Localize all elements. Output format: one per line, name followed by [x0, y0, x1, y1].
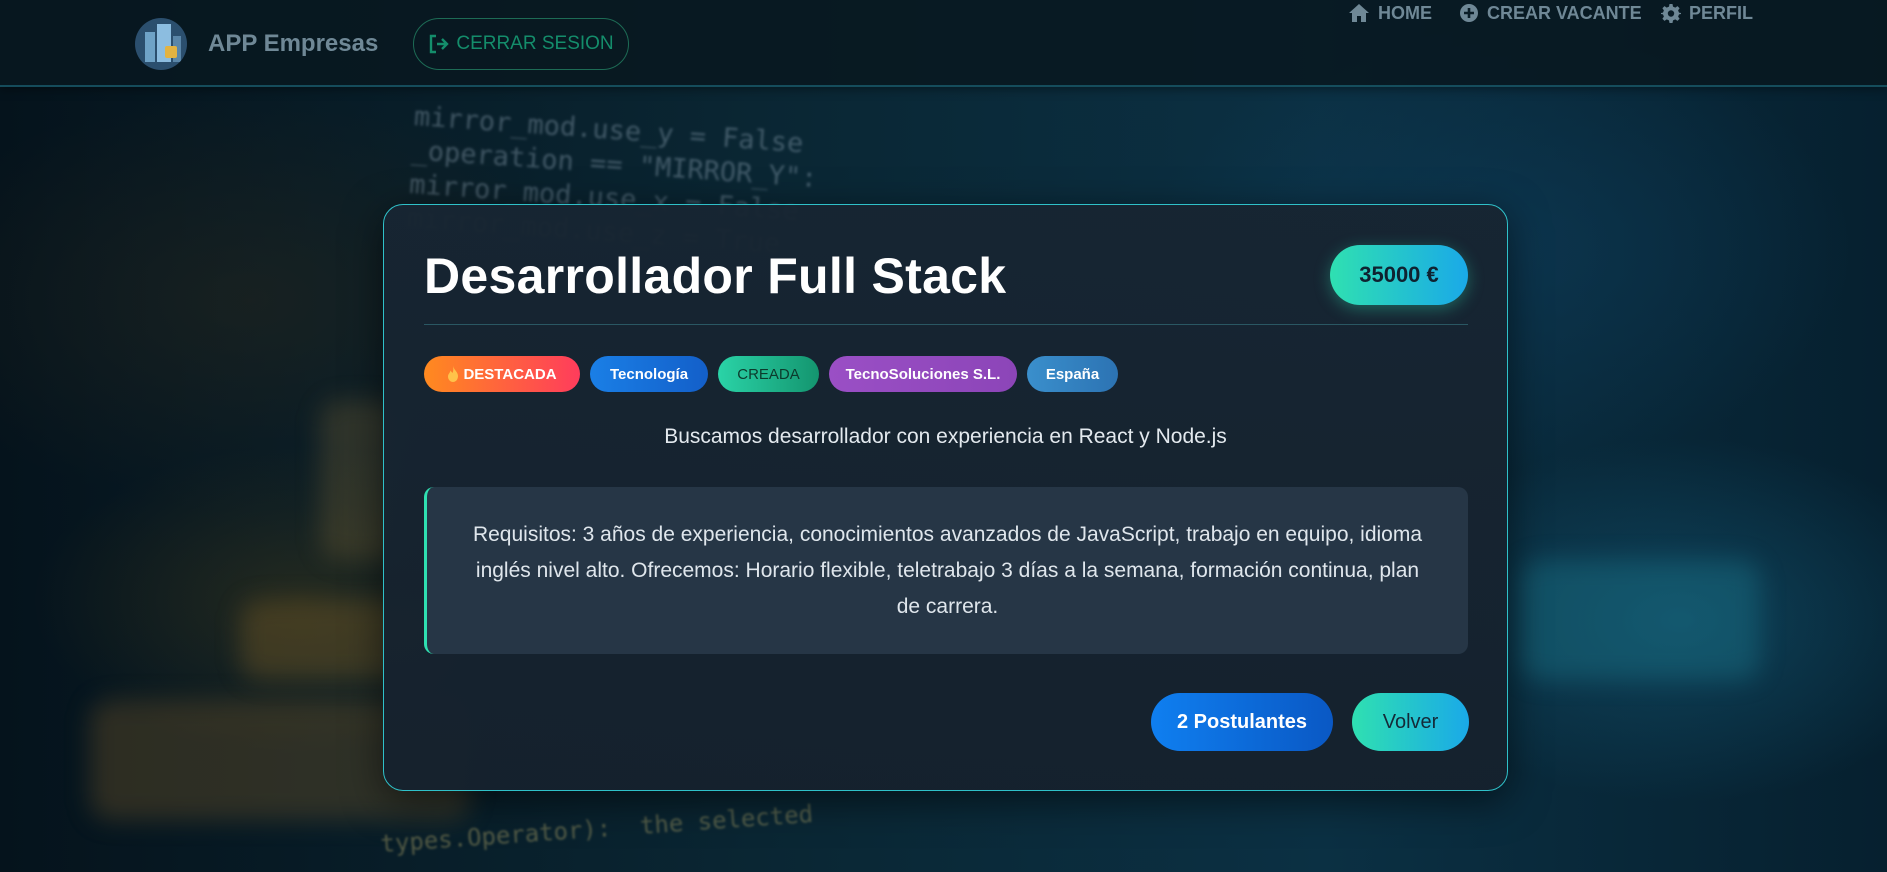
country-badge: España	[1027, 356, 1118, 392]
plus-circle-icon	[1460, 4, 1478, 22]
requirements-text: Requisitos: 3 años de experiencia, conoc…	[472, 523, 1423, 618]
navbar: APP Empresas CERRAR SESION HOME CREAR VA…	[0, 0, 1887, 87]
category-badge: Tecnología	[590, 356, 708, 392]
fire-icon	[448, 366, 459, 382]
company-logo[interactable]	[135, 18, 187, 70]
featured-badge: DESTACADA	[424, 356, 580, 392]
home-icon	[1349, 4, 1369, 22]
applicants-button[interactable]: 2 Postulantes	[1151, 693, 1333, 751]
logout-button[interactable]: CERRAR SESION	[413, 18, 629, 70]
job-description: Buscamos desarrollador con experiencia e…	[664, 425, 1227, 448]
logout-label: CERRAR SESION	[456, 33, 614, 54]
job-detail-card: Desarrollador Full Stack 35000 € DESTACA…	[383, 204, 1508, 791]
nav-profile[interactable]: PERFIL	[1661, 0, 1753, 26]
sign-out-icon	[430, 34, 450, 54]
nav-home-label: HOME	[1378, 2, 1432, 23]
company-badge: TecnoSoluciones S.L.	[829, 356, 1017, 392]
status-badge: CREADA	[718, 356, 819, 392]
nav-create-vacancy-label: CREAR VACANTE	[1487, 2, 1642, 23]
background-blur	[1520, 560, 1760, 680]
back-button[interactable]: Volver	[1352, 693, 1469, 751]
nav-profile-label: PERFIL	[1689, 2, 1754, 23]
job-title: Desarrollador Full Stack	[424, 248, 1007, 304]
salary-badge: 35000 €	[1330, 245, 1468, 305]
divider	[424, 324, 1468, 325]
nav-create-vacancy[interactable]: CREAR VACANTE	[1459, 0, 1642, 26]
brand-name[interactable]: APP Empresas	[208, 30, 378, 58]
featured-label: DESTACADA	[463, 365, 557, 383]
gear-icon	[1661, 4, 1681, 23]
nav-home[interactable]: HOME	[1348, 0, 1432, 26]
requirements-box: Requisitos: 3 años de experiencia, conoc…	[424, 487, 1468, 654]
